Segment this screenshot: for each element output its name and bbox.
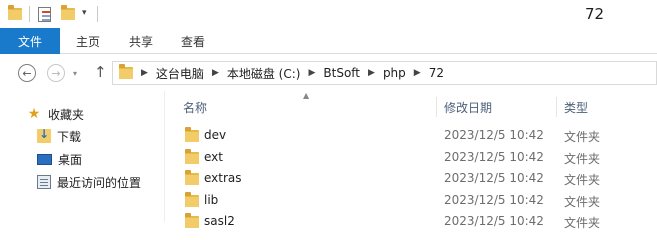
- nav-item-recent-places[interactable]: 最近访问的位置: [37, 171, 141, 193]
- file-row[interactable]: lib 2023/12/5 10:42 文件夹: [165, 189, 657, 211]
- properties-icon[interactable]: [38, 5, 51, 23]
- nav-item-label: 下载: [57, 129, 82, 144]
- file-date: 2023/12/5 10:42: [444, 193, 544, 207]
- file-date: 2023/12/5 10:42: [444, 150, 544, 164]
- column-header-label: 名称: [183, 100, 208, 115]
- arrow-up-icon: ↑: [94, 63, 107, 81]
- file-type: 文件夹: [564, 130, 601, 144]
- new-folder-icon[interactable]: [61, 5, 75, 23]
- file-type: 文件夹: [564, 195, 601, 209]
- toolbar-divider: [29, 6, 30, 22]
- window-title: 72: [585, 5, 605, 23]
- tab-home[interactable]: 主页: [76, 28, 100, 54]
- file-list: ▲ 名称 修改日期 类型 dev 2023/12/5 10:42 文件夹 ext…: [165, 91, 657, 230]
- file-type: 文件夹: [564, 173, 601, 187]
- file-type: 文件夹: [564, 216, 601, 230]
- breadcrumb-current[interactable]: 72: [429, 66, 444, 80]
- chevron-right-icon[interactable]: ▶: [141, 68, 148, 78]
- nav-item-favorites[interactable]: ★ 收藏夹: [26, 103, 84, 125]
- customize-toolbar-icon[interactable]: ▾: [82, 8, 87, 18]
- tab-view[interactable]: 查看: [181, 28, 205, 54]
- nav-item-label: 收藏夹: [48, 107, 85, 122]
- arrow-left-icon: ←: [22, 66, 32, 80]
- ribbon-tabs: 文件 主页 共享 查看: [0, 28, 657, 54]
- forward-button[interactable]: →: [47, 64, 65, 82]
- column-divider[interactable]: [436, 97, 437, 117]
- up-button[interactable]: ↑: [94, 63, 107, 81]
- file-name: sasl2: [204, 214, 235, 228]
- toolbar-divider: [97, 6, 98, 22]
- column-header-label: 修改日期: [444, 100, 493, 115]
- file-name: ext: [204, 150, 223, 164]
- folder-icon: [185, 170, 199, 185]
- file-row[interactable]: dev 2023/12/5 10:42 文件夹: [165, 124, 657, 146]
- file-row[interactable]: extras 2023/12/5 10:42 文件夹: [165, 167, 657, 189]
- column-divider[interactable]: [556, 97, 557, 117]
- file-name: dev: [204, 128, 227, 142]
- arrow-right-icon: →: [51, 66, 61, 80]
- file-name: lib: [204, 193, 219, 207]
- tab-file[interactable]: 文件: [0, 28, 60, 54]
- file-date: 2023/12/5 10:42: [444, 171, 544, 185]
- back-button[interactable]: ←: [18, 64, 36, 82]
- nav-item-downloads[interactable]: 下载: [37, 125, 81, 147]
- recent-locations-dropdown[interactable]: ▾: [73, 69, 77, 78]
- desktop-icon: [37, 153, 52, 165]
- column-header-type[interactable]: 类型: [564, 97, 654, 117]
- navigation-pane: ★ 收藏夹 下载 桌面 最近访问的位置: [0, 91, 164, 222]
- folder-icon: [185, 213, 199, 228]
- download-folder-icon: [37, 127, 51, 143]
- folder-icon: [119, 64, 133, 79]
- file-date: 2023/12/5 10:42: [444, 128, 544, 142]
- nav-item-desktop[interactable]: 桌面: [37, 148, 82, 170]
- chevron-right-icon[interactable]: ▶: [368, 68, 375, 78]
- file-name: extras: [204, 171, 242, 185]
- breadcrumb-local-disk[interactable]: 本地磁盘 (C:): [227, 65, 301, 82]
- chevron-right-icon[interactable]: ▶: [414, 68, 421, 78]
- chevron-right-icon[interactable]: ▶: [212, 68, 219, 78]
- file-row[interactable]: ext 2023/12/5 10:42 文件夹: [165, 146, 657, 168]
- tab-share[interactable]: 共享: [129, 28, 153, 54]
- column-header-label: 类型: [564, 100, 589, 115]
- navigation-bar: ← → ▾ ↑ ▶ 这台电脑 ▶ 本地磁盘 (C:) ▶ BtSoft ▶ ph…: [0, 55, 657, 91]
- address-bar[interactable]: ▶ 这台电脑 ▶ 本地磁盘 (C:) ▶ BtSoft ▶ php ▶ 72: [112, 61, 657, 85]
- folder-icon: [185, 149, 199, 164]
- nav-item-label: 桌面: [58, 152, 83, 167]
- nav-item-label: 最近访问的位置: [57, 175, 142, 190]
- folder-icon[interactable]: [8, 5, 22, 23]
- folder-icon: [185, 192, 199, 207]
- file-date: 2023/12/5 10:42: [444, 214, 544, 228]
- chevron-right-icon[interactable]: ▶: [308, 68, 315, 78]
- file-row[interactable]: sasl2 2023/12/5 10:42 文件夹: [165, 210, 657, 232]
- column-header-name[interactable]: 名称: [183, 97, 441, 117]
- file-type: 文件夹: [564, 152, 601, 166]
- title-bar: ▾ 72: [0, 0, 657, 28]
- recent-places-icon: [37, 175, 51, 189]
- breadcrumb-this-pc[interactable]: 这台电脑: [156, 65, 204, 82]
- breadcrumb-btsoft[interactable]: BtSoft: [323, 66, 360, 80]
- breadcrumb-php[interactable]: php: [383, 66, 406, 80]
- star-icon: ★: [27, 106, 41, 122]
- folder-icon: [185, 127, 199, 142]
- column-header-date[interactable]: 修改日期: [444, 97, 556, 117]
